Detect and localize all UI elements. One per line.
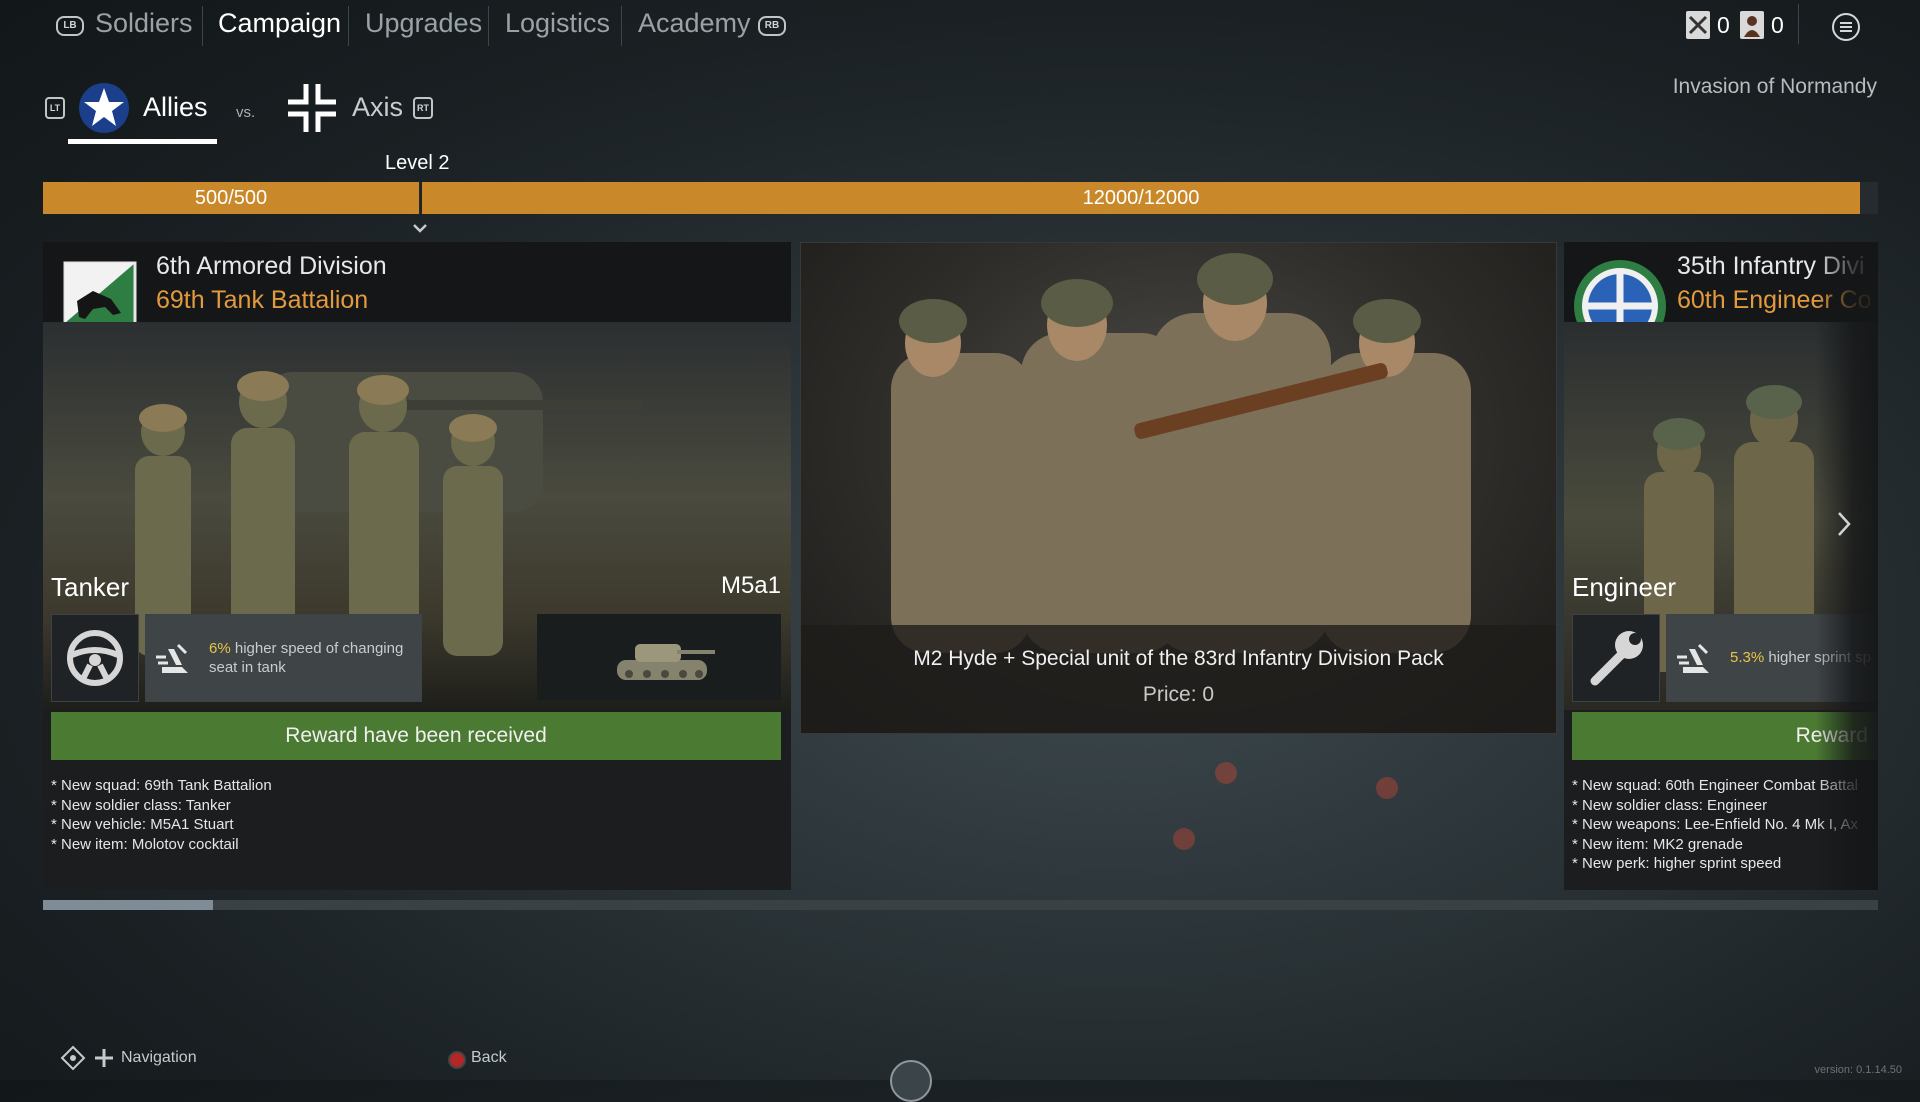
faction-axis[interactable]: Axis — [352, 92, 403, 123]
pack-title: M2 Hyde + Special unit of the 83rd Infan… — [913, 647, 1444, 670]
back-hint[interactable]: Back — [471, 1049, 507, 1067]
tab-logistics[interactable]: Logistics — [505, 8, 610, 39]
tab-divider — [621, 6, 622, 46]
perk-slot[interactable]: 6% higher speed of changing seat in tank — [145, 614, 422, 702]
reward-description: * New squad: 69th Tank Battalion * New s… — [51, 777, 272, 853]
speed-perk-icon — [1677, 643, 1709, 673]
version-label: version: 0.1.14.50 — [1814, 1064, 1902, 1076]
premium-pack-card[interactable]: M2 Hyde + Special unit of the 83rd Infan… — [800, 242, 1557, 734]
class-icon-slot[interactable] — [51, 614, 139, 702]
level-label: Level 2 — [385, 152, 450, 174]
steering-wheel-icon — [67, 630, 123, 686]
unit-subtitle: 69th Tank Battalion — [156, 286, 369, 314]
faction-selected-underline — [68, 139, 217, 144]
menu-icon[interactable] — [1832, 13, 1860, 41]
tab-upgrades[interactable]: Upgrades — [365, 8, 482, 39]
dpad-icon — [60, 1045, 86, 1076]
ember-decoration — [1376, 777, 1398, 799]
vehicle-slot[interactable] — [537, 614, 781, 700]
speed-perk-icon — [156, 643, 188, 673]
class-name: Tanker — [51, 572, 130, 602]
ember-decoration — [1215, 762, 1237, 784]
tab-academy[interactable]: Academy — [638, 8, 751, 39]
perk-description: 6% higher speed of changing seat in tank — [209, 639, 414, 677]
b-button-icon — [448, 1051, 466, 1069]
class-icon-slot[interactable] — [1572, 614, 1660, 702]
level-progress-bar: 500/500 12000/12000 — [43, 182, 1878, 214]
top-navigation: LB Soldiers Campaign Upgrades Logistics … — [0, 0, 1920, 52]
tab-soldiers[interactable]: Soldiers — [95, 8, 193, 39]
reward-card-engineer[interactable]: 35th Infantry Divi 60th Engineer Co Engi… — [1564, 242, 1878, 890]
tab-divider — [488, 6, 489, 46]
division-title: 6th Armored Division — [156, 252, 387, 280]
perk-value: 6% — [209, 640, 231, 657]
tab-divider — [348, 6, 349, 46]
chevron-right-icon[interactable] — [1836, 510, 1852, 543]
squad-token-icon — [1740, 11, 1764, 39]
perk-value: 5.3% — [1730, 649, 1765, 666]
squad-token-count: 0 — [1771, 12, 1784, 38]
campaign-name: Invasion of Normandy — [1672, 75, 1877, 98]
pack-info-panel — [801, 625, 1556, 733]
rb-button-glyph: RB — [758, 16, 786, 36]
move-icon — [94, 1048, 114, 1073]
ember-decoration — [1173, 828, 1195, 850]
card-edge-fade — [1816, 242, 1878, 890]
tab-divider — [202, 6, 203, 46]
navigation-hint: Navigation — [121, 1049, 197, 1066]
progress-segment-2-label: 12000/12000 — [1082, 187, 1200, 209]
vehicle-name: M5a1 — [720, 572, 781, 599]
wrench-icon — [1590, 631, 1643, 686]
lt-button-glyph: LT — [45, 97, 65, 119]
reward-received-button[interactable]: Reward have been received — [51, 712, 781, 760]
tank-icon — [617, 644, 715, 680]
reward-card-tanker[interactable]: 6th Armored Division 69th Tank Battalion… — [43, 242, 791, 890]
pack-price: Price: 0 — [1142, 683, 1215, 706]
tab-campaign[interactable]: Campaign — [218, 8, 341, 39]
rt-button-glyph: RT — [413, 97, 433, 119]
class-name: Engineer — [1572, 572, 1677, 602]
soldier-token-icon — [1686, 11, 1710, 39]
faction-allies[interactable]: Allies — [143, 92, 208, 123]
perk-text: higher speed of changing seat in tank — [209, 640, 404, 676]
cursor-indicator — [890, 1060, 932, 1102]
scrollbar-thumb[interactable] — [43, 900, 213, 910]
chevron-down-icon — [412, 222, 428, 240]
header-divider — [1798, 4, 1799, 44]
horizontal-scrollbar[interactable] — [43, 900, 1878, 910]
versus-label: vs. — [236, 104, 256, 121]
lb-button-glyph: LB — [56, 16, 84, 36]
soldier-token-count: 0 — [1717, 12, 1730, 38]
allies-star-icon[interactable] — [78, 82, 130, 134]
progress-segment-1-label: 500/500 — [194, 187, 268, 209]
axis-cross-icon[interactable] — [286, 82, 338, 134]
